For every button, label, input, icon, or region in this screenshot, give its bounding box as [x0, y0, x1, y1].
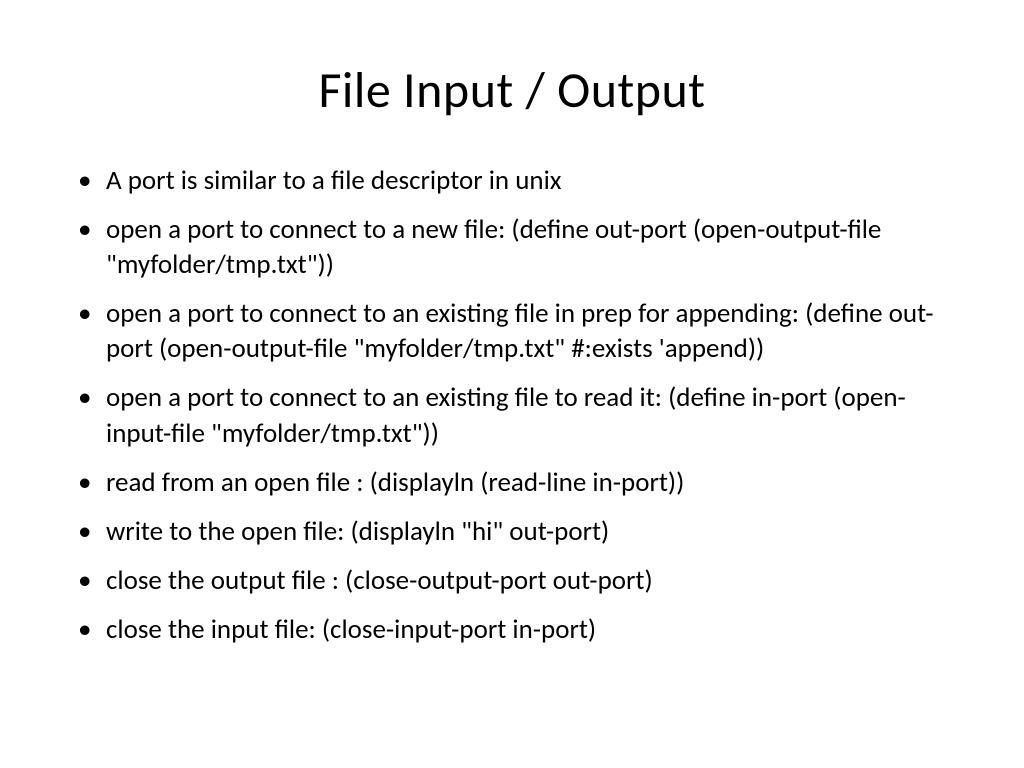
slide-title: File Input / Output [70, 60, 954, 121]
list-item: close the input file: (close-input-port … [70, 612, 954, 647]
slide: File Input / Output A port is similar to… [0, 0, 1024, 768]
list-item: write to the open file: (displayln "hi" … [70, 514, 954, 549]
list-item: open a port to connect to a new file: (d… [70, 212, 954, 282]
list-item: A port is similar to a file descriptor i… [70, 163, 954, 198]
list-item: read from an open file : (displayln (rea… [70, 465, 954, 500]
bullet-list: A port is similar to a file descriptor i… [70, 163, 954, 647]
list-item: close the output file : (close-output-po… [70, 563, 954, 598]
list-item: open a port to connect to an existing fi… [70, 380, 954, 450]
list-item: open a port to connect to an existing fi… [70, 296, 954, 366]
